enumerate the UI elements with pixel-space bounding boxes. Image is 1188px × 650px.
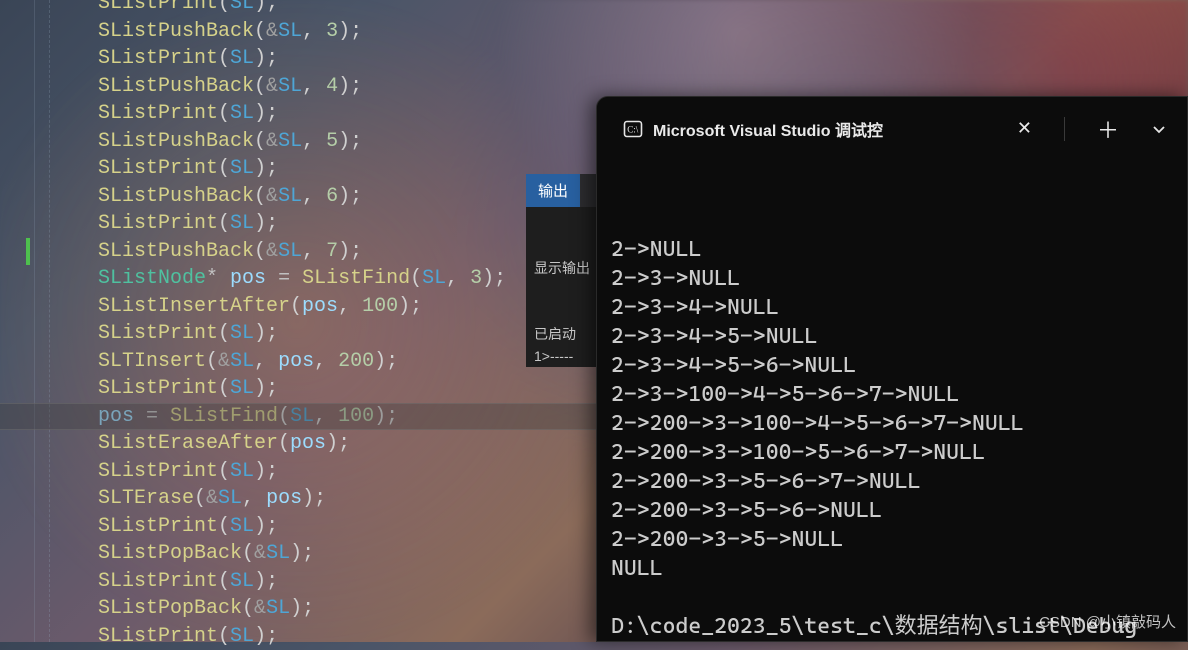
terminal-body[interactable]: 2->NULL2->3->NULL2->3->4->NULL2->3->4->5…: [597, 161, 1187, 642]
code-line[interactable]: SListEraseAfter(pos);: [98, 430, 350, 458]
code-line[interactable]: SListPushBack(&SL, 7);: [98, 238, 362, 266]
code-editor[interactable]: SListPrint(SL);SListPushBack(&SL, 3);SLi…: [0, 0, 600, 642]
code-line[interactable]: SListPrint(SL);: [98, 623, 278, 650]
terminal-line: 2->3->NULL: [611, 264, 1173, 293]
terminal-window: C:\ Microsoft Visual Studio 调试控 ✕ ＋ 2->N…: [596, 96, 1188, 642]
output-line: 已启动: [534, 323, 598, 345]
code-line[interactable]: SListPrint(SL);: [98, 155, 278, 183]
output-body: 显示输出 已启动1>-----1>test1>slis======: [526, 207, 606, 367]
code-line[interactable]: SListPrint(SL);: [98, 513, 278, 541]
output-line: 1>-----: [534, 345, 598, 367]
terminal-titlebar[interactable]: C:\ Microsoft Visual Studio 调试控 ✕ ＋: [597, 97, 1187, 161]
code-line[interactable]: SListPrint(SL);: [98, 568, 278, 596]
code-line[interactable]: SListPrint(SL);: [98, 210, 278, 238]
code-line[interactable]: SListPushBack(&SL, 3);: [98, 18, 362, 46]
code-line[interactable]: SListPushBack(&SL, 4);: [98, 73, 362, 101]
output-panel: 输出 显示输出 已启动1>-----1>test1>slis======: [526, 174, 606, 367]
code-line[interactable]: SListPrint(SL);: [98, 0, 278, 18]
code-line[interactable]: SLTInsert(&SL, pos, 200);: [98, 348, 398, 376]
code-line[interactable]: SListPrint(SL);: [98, 320, 278, 348]
chevron-down-icon[interactable]: [1151, 121, 1167, 137]
terminal-line: 2->3->4->NULL: [611, 293, 1173, 322]
code-gutter: [20, 0, 50, 642]
code-line[interactable]: SListPrint(SL);: [98, 45, 278, 73]
terminal-line: 2->NULL: [611, 235, 1173, 264]
terminal-line: 2->3->4->5->6->NULL: [611, 351, 1173, 380]
titlebar-divider: [1064, 117, 1065, 141]
close-tab-icon[interactable]: ✕: [1017, 118, 1032, 140]
output-tab[interactable]: 输出: [526, 174, 580, 207]
code-line[interactable]: SLTErase(&SL, pos);: [98, 485, 326, 513]
code-line[interactable]: SListInsertAfter(pos, 100);: [98, 293, 422, 321]
gutter-change-mark: [26, 238, 30, 266]
code-line[interactable]: SListPrint(SL);: [98, 458, 278, 486]
terminal-line: NULL: [611, 554, 1173, 583]
terminal-line: 2->200->3->100->5->6->7->NULL: [611, 438, 1173, 467]
terminal-line: [611, 583, 1173, 612]
code-line[interactable]: SListPrint(SL);: [98, 375, 278, 403]
terminal-line: 2->200->3->5->6->7->NULL: [611, 467, 1173, 496]
code-line[interactable]: SListPrint(SL);: [98, 100, 278, 128]
svg-text:C:\: C:\: [627, 125, 639, 135]
terminal-line: 2->3->4->5->NULL: [611, 322, 1173, 351]
output-header: 显示输出: [534, 257, 598, 279]
watermark: CSDN @小镇敲码人: [1039, 611, 1176, 632]
current-line-highlight: [0, 403, 600, 431]
terminal-line: 2->200->3->100->4->5->6->7->NULL: [611, 409, 1173, 438]
terminal-line: 2->200->3->5->NULL: [611, 525, 1173, 554]
code-line[interactable]: SListPushBack(&SL, 5);: [98, 128, 362, 156]
code-line[interactable]: SListPopBack(&SL);: [98, 540, 314, 568]
terminal-line: 2->200->3->5->6->NULL: [611, 496, 1173, 525]
code-line[interactable]: SListPopBack(&SL);: [98, 595, 314, 623]
code-line[interactable]: SListPushBack(&SL, 6);: [98, 183, 362, 211]
terminal-line: 2->3->100->4->5->6->7->NULL: [611, 380, 1173, 409]
code-line[interactable]: SListNode* pos = SListFind(SL, 3);: [98, 265, 506, 293]
new-tab-icon[interactable]: ＋: [1097, 113, 1119, 145]
terminal-icon: C:\: [623, 119, 643, 139]
terminal-tab[interactable]: C:\ Microsoft Visual Studio 调试控: [609, 109, 897, 149]
terminal-tab-title: Microsoft Visual Studio 调试控: [653, 117, 883, 141]
